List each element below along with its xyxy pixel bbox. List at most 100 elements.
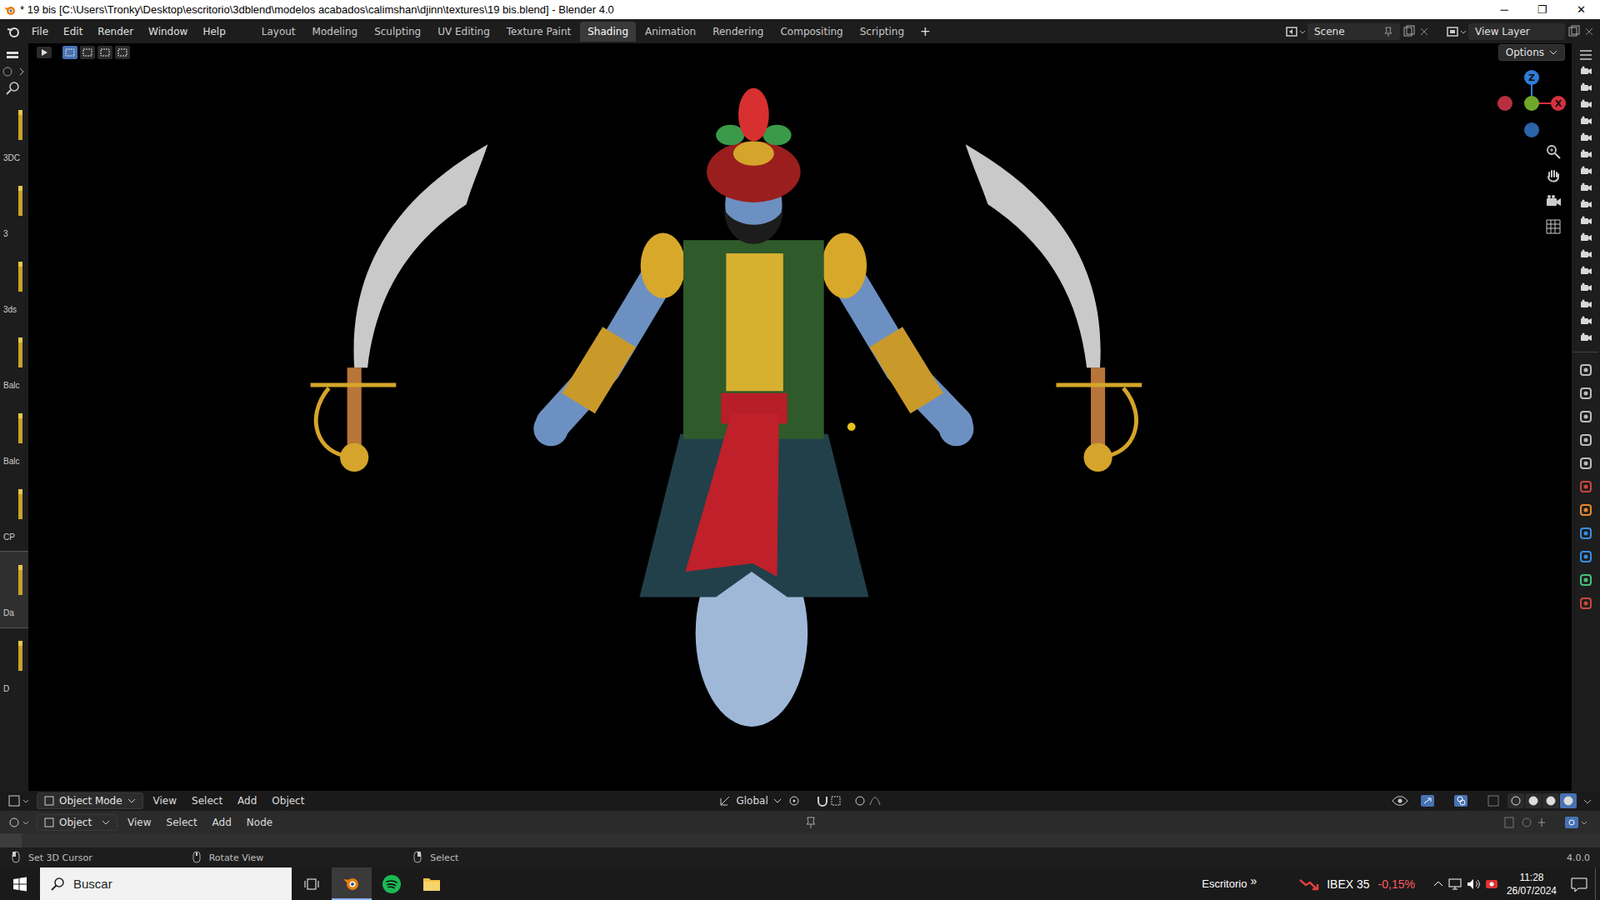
- x-axis[interactable]: X: [1550, 95, 1566, 111]
- notification-icon[interactable]: [1565, 875, 1595, 894]
- editor-type-icon[interactable]: [0, 46, 25, 65]
- close-scene-icon[interactable]: [1418, 24, 1430, 40]
- header-menu[interactable]: Select: [161, 815, 203, 830]
- render-camera-icon[interactable]: [1579, 213, 1593, 229]
- proportional-icon[interactable]: [853, 793, 884, 809]
- taskbar-search[interactable]: Buscar: [40, 867, 292, 900]
- header-menu[interactable]: Add: [232, 793, 262, 809]
- outliner-filter-icon[interactable]: [1576, 48, 1595, 62]
- properties-tab-icon[interactable]: [1577, 569, 1595, 591]
- select-mode-icon[interactable]: [61, 45, 79, 60]
- workspace-tab[interactable]: Sculpting: [366, 21, 429, 42]
- properties-tab-icon[interactable]: [1577, 359, 1595, 381]
- select-mode-icon[interactable]: [79, 45, 96, 60]
- task-view-button[interactable]: [291, 867, 332, 900]
- scene-field[interactable]: Scene: [1307, 23, 1400, 40]
- render-camera-icon[interactable]: [1579, 313, 1593, 329]
- workspace-tab[interactable]: Texture Paint: [499, 21, 579, 42]
- search-icon[interactable]: [0, 78, 25, 97]
- scene-type-icon[interactable]: [1284, 24, 1306, 40]
- app-tray-icon[interactable]: [1483, 876, 1502, 892]
- file-name[interactable]: CP: [3, 532, 15, 542]
- blender-menu-icon[interactable]: [5, 23, 24, 40]
- file-item[interactable]: 3ds: [0, 248, 29, 325]
- file-item[interactable]: D: [0, 627, 29, 704]
- network-icon[interactable]: [1446, 876, 1465, 892]
- blender-taskbar-button[interactable]: [331, 867, 372, 900]
- maximize-button[interactable]: ❐: [1523, 3, 1562, 16]
- zoom-icon[interactable]: [1545, 143, 1562, 160]
- file-item[interactable]: 3: [0, 172, 29, 249]
- render-camera-icon[interactable]: [1579, 263, 1593, 279]
- close-button[interactable]: ✕: [1561, 3, 1600, 16]
- pan-hand-icon[interactable]: [1545, 168, 1562, 185]
- file-name[interactable]: Balc: [3, 380, 20, 390]
- clock[interactable]: 11:2826/07/2024: [1506, 870, 1557, 898]
- select-mode-icon[interactable]: [114, 45, 131, 60]
- show-desktop-button[interactable]: [1595, 867, 1600, 900]
- render-camera-icon[interactable]: [1579, 296, 1593, 312]
- header-menu[interactable]: Select: [186, 793, 228, 809]
- file-name[interactable]: 3ds: [3, 305, 17, 315]
- render-camera-icon[interactable]: [1579, 130, 1593, 145]
- editor-type-icon[interactable]: [6, 793, 32, 809]
- pin-icon[interactable]: [1383, 25, 1394, 38]
- xray-icon[interactable]: [1485, 793, 1503, 809]
- render-camera-icon[interactable]: [1579, 96, 1593, 112]
- gizmo-toggle-icon[interactable]: [1419, 793, 1448, 809]
- render-camera-icon[interactable]: [1579, 180, 1593, 195]
- workspace-tab[interactable]: Layout: [254, 21, 304, 42]
- file-name[interactable]: Balc: [3, 456, 20, 466]
- menu-item[interactable]: File: [25, 23, 55, 40]
- shading-mode-icon[interactable]: [1542, 793, 1560, 809]
- workspace-tab[interactable]: Scripting: [852, 21, 912, 42]
- file-explorer-taskbar-button[interactable]: [411, 867, 452, 900]
- workspace-tab[interactable]: UV Editing: [430, 21, 498, 42]
- copy-scene-icon[interactable]: [1401, 24, 1417, 40]
- node-editor-area[interactable]: [0, 833, 1600, 848]
- stock-name[interactable]: IBEX 35: [1326, 877, 1370, 891]
- close-view-layer-icon[interactable]: [1583, 24, 1595, 40]
- menu-item[interactable]: Edit: [56, 23, 90, 40]
- copy-view-layer-icon[interactable]: [1566, 24, 1582, 40]
- options-dropdown[interactable]: Options: [1498, 44, 1565, 61]
- select-mode-icon[interactable]: [96, 45, 114, 60]
- properties-tab-icon[interactable]: [1577, 545, 1595, 568]
- camera-view-icon[interactable]: [1545, 193, 1562, 210]
- file-item[interactable]: Da: [0, 551, 29, 628]
- file-name[interactable]: D: [3, 684, 10, 694]
- properties-tab-icon[interactable]: [1577, 475, 1595, 498]
- clock-date[interactable]: 26/07/2024: [1506, 884, 1557, 898]
- pivot-icon[interactable]: [786, 793, 810, 809]
- view-layer-icon[interactable]: [1445, 24, 1467, 40]
- overlay-toggle-icon[interactable]: [1452, 793, 1481, 809]
- render-camera-icon[interactable]: [1579, 196, 1593, 212]
- add-workspace-button[interactable]: +: [913, 21, 938, 42]
- file-name[interactable]: 3: [3, 229, 9, 239]
- properties-tab-icon[interactable]: [1577, 452, 1595, 475]
- minimize-button[interactable]: ─: [1485, 3, 1524, 16]
- clock-time[interactable]: 11:28: [1519, 870, 1544, 885]
- neg-x-axis[interactable]: [1497, 95, 1513, 111]
- shader-type-dropdown[interactable]: Object: [36, 814, 118, 831]
- node-editor-type-icon[interactable]: [6, 815, 32, 830]
- scene-name[interactable]: Scene: [1314, 25, 1345, 38]
- 3d-viewport[interactable]: ZX: [28, 61, 1572, 791]
- shader-type-label[interactable]: Object: [59, 816, 92, 829]
- file-item[interactable]: 3DC: [0, 96, 29, 173]
- toolbar-expand[interactable]: »: [1250, 874, 1257, 888]
- mode-dropdown[interactable]: Object Mode: [36, 792, 144, 810]
- spotify-taskbar-button[interactable]: [371, 867, 412, 900]
- stock-chart-icon[interactable]: [1298, 875, 1320, 894]
- render-camera-icon[interactable]: [1579, 330, 1593, 345]
- header-menu[interactable]: View: [122, 815, 156, 830]
- menu-item[interactable]: Window: [141, 23, 195, 40]
- grid-view-icon[interactable]: [1545, 218, 1562, 235]
- workspace-tab[interactable]: Rendering: [705, 21, 771, 42]
- header-menu[interactable]: View: [148, 793, 182, 809]
- view-layer-name[interactable]: View Layer: [1475, 25, 1530, 38]
- render-camera-icon[interactable]: [1579, 63, 1593, 79]
- properties-tab-icon[interactable]: [1577, 592, 1595, 615]
- y-axis[interactable]: [1524, 95, 1540, 111]
- orientation-dropdown[interactable]: Global: [719, 795, 781, 807]
